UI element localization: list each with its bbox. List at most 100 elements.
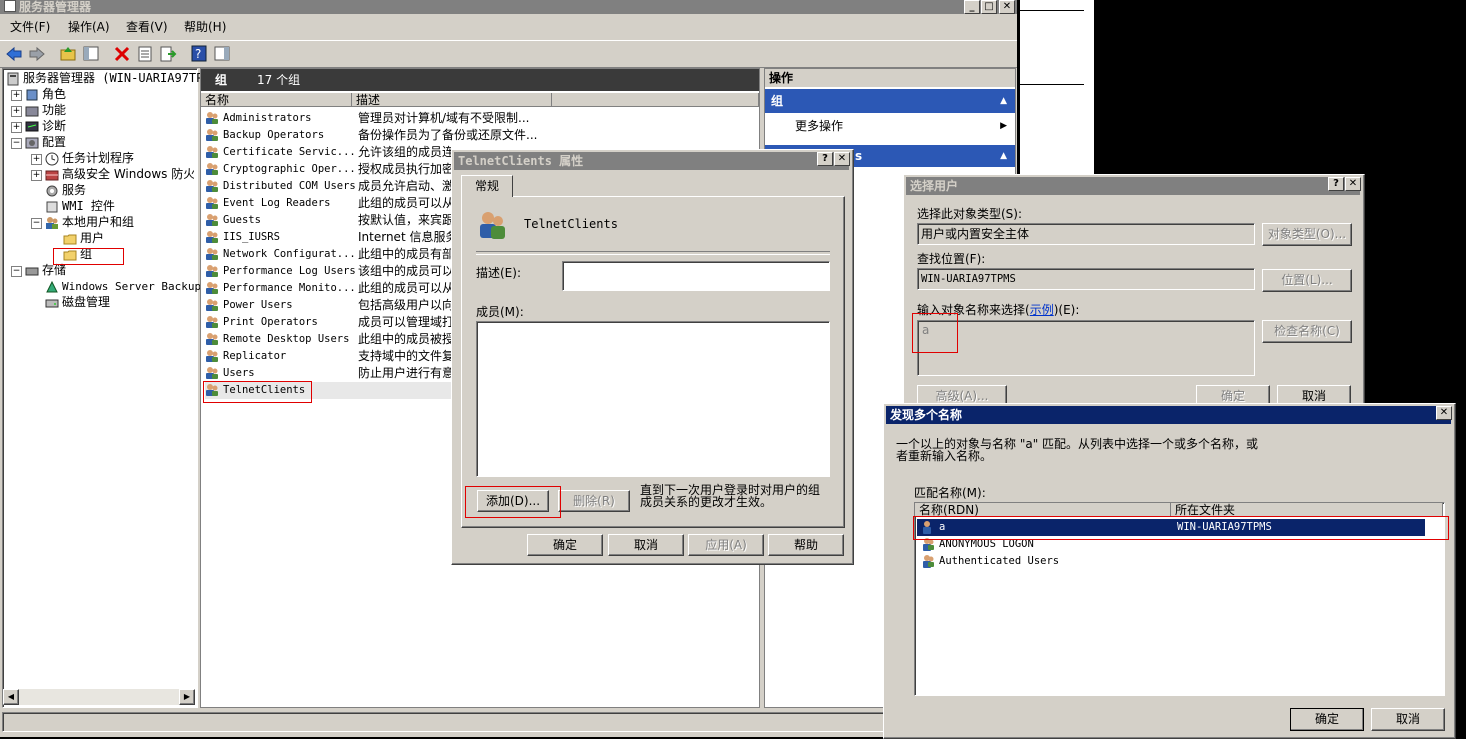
- export-list-icon[interactable]: [159, 45, 177, 62]
- description-input[interactable]: [562, 261, 830, 291]
- properties-icon[interactable]: [136, 45, 154, 62]
- match-row[interactable]: Authenticated Users: [917, 553, 1425, 570]
- tree-item-features[interactable]: 功能: [25, 102, 66, 118]
- props-help-button[interactable]: ?: [817, 152, 833, 166]
- tree-item-configuration[interactable]: 配置: [25, 134, 66, 150]
- props-cancel-button[interactable]: 取消: [608, 534, 684, 556]
- delete-icon[interactable]: [113, 45, 131, 62]
- tree-item-storage[interactable]: 存储: [25, 262, 66, 278]
- group-desc-cell: 包括高级用户以向: [358, 298, 451, 312]
- group-icon: [206, 265, 218, 277]
- props-ok-button[interactable]: 确定: [527, 534, 603, 556]
- action-pane-icon[interactable]: [213, 45, 231, 62]
- expand-task-scheduler[interactable]: +: [31, 154, 42, 165]
- show-hide-tree-icon[interactable]: [82, 45, 100, 62]
- object-types-button[interactable]: 对象类型(O)...: [1262, 223, 1352, 246]
- check-names-button[interactable]: 检查名称(C): [1262, 320, 1352, 343]
- groups-column-header: 名称 描述: [201, 93, 759, 108]
- locations-button[interactable]: 位置(L)...: [1262, 269, 1352, 292]
- multiple-names-titlebar: 发现多个名称: [886, 406, 1451, 424]
- tree-item-diagnostics[interactable]: 诊断: [25, 118, 66, 134]
- expand-features[interactable]: +: [11, 106, 22, 117]
- properties-dialog: TelnetClients 属性 ? ✕ 常规 TelnetClients 描述…: [451, 149, 854, 565]
- matching-names-list[interactable]: 名称(RDN) 所在文件夹 a WIN-UARIA97TPMS ANONYMOUS …: [914, 502, 1445, 696]
- tree-item-local-users-groups[interactable]: 本地用户和组: [45, 214, 134, 230]
- group-name-cell: Event Log Readers: [223, 197, 331, 209]
- groups-header: 组 17 个组: [201, 69, 759, 91]
- group-desc-cell: 备份操作员为了备份或还原文件...: [358, 128, 538, 142]
- remove-member-button[interactable]: 删除(R): [558, 490, 630, 512]
- properties-titlebar: TelnetClients 属性: [454, 152, 849, 170]
- scroll-right-button[interactable]: ▶: [179, 689, 195, 705]
- up-folder-icon[interactable]: [59, 45, 77, 62]
- tree-item-windows-backup[interactable]: Windows Server Backup: [45, 278, 201, 294]
- collapse-section-icon[interactable]: ▲: [1000, 145, 1007, 167]
- enter-names-label: 输入对象名称来选择(示例)(E):: [917, 303, 1080, 317]
- group-name-cell: Guests: [223, 214, 261, 226]
- tree-root[interactable]: 服务器管理器 (WIN-UARIA97TPM: [6, 70, 211, 86]
- group-name-cell: Power Users: [223, 299, 293, 311]
- more-actions-item[interactable]: 更多操作 ▶: [765, 115, 1015, 137]
- menu-view[interactable]: 查看(V): [126, 16, 168, 38]
- collapse-section-icon[interactable]: ▲: [1000, 89, 1007, 113]
- description-label: 描述(E):: [476, 266, 521, 280]
- menu-action[interactable]: 操作(A): [68, 16, 110, 38]
- menu-help[interactable]: 帮助(H): [184, 16, 226, 38]
- expand-roles[interactable]: +: [11, 90, 22, 101]
- collapse-configuration[interactable]: −: [11, 138, 22, 149]
- collapse-storage[interactable]: −: [11, 266, 22, 277]
- multiple-names-cancel-button[interactable]: 取消: [1371, 708, 1445, 731]
- column-folder[interactable]: 所在文件夹: [1171, 503, 1443, 517]
- match-row[interactable]: ANONYMOUS LOGON: [917, 536, 1425, 553]
- gear-icon: [46, 185, 58, 196]
- column-description[interactable]: 描述: [352, 93, 552, 107]
- members-list[interactable]: [476, 321, 830, 477]
- firewall-icon: [45, 170, 59, 180]
- maximize-button[interactable]: □: [981, 0, 997, 14]
- props-help-bottom-button[interactable]: 帮助: [768, 534, 844, 556]
- tab-general[interactable]: 常规: [461, 175, 513, 197]
- tree-item-task-scheduler[interactable]: 任务计划程序: [45, 150, 134, 166]
- help-icon[interactable]: ?: [190, 45, 208, 62]
- tree-item-disk-management[interactable]: 磁盘管理: [45, 294, 110, 310]
- close-main-button[interactable]: ✕: [999, 0, 1015, 14]
- tree-hscrollbar[interactable]: ◀ ▶: [3, 689, 195, 705]
- tree-item-firewall[interactable]: 高级安全 Windows 防火墙: [45, 166, 194, 182]
- props-apply-button[interactable]: 应用(A): [688, 534, 764, 556]
- column-name[interactable]: 名称: [201, 93, 352, 107]
- tree-item-groups[interactable]: 组: [63, 246, 92, 262]
- users-icon: [46, 216, 58, 229]
- props-close-button[interactable]: ✕: [834, 152, 850, 166]
- tree-item-roles[interactable]: 角色: [25, 86, 66, 102]
- collapse-local-users[interactable]: −: [31, 218, 42, 229]
- configuration-icon: [25, 137, 39, 148]
- tree-item-users[interactable]: 用户: [63, 230, 104, 246]
- tree-item-wmi[interactable]: WMI 控件: [45, 198, 115, 214]
- tree-item-services[interactable]: 服务: [45, 182, 86, 198]
- column-rdn-name[interactable]: 名称(RDN): [915, 503, 1171, 517]
- object-names-input[interactable]: a: [917, 320, 1255, 376]
- expand-firewall[interactable]: +: [31, 170, 42, 181]
- match-row[interactable]: a WIN-UARIA97TPMS: [917, 519, 1425, 536]
- select-users-close-button[interactable]: ✕: [1345, 177, 1361, 191]
- multiple-names-close-button[interactable]: ✕: [1436, 406, 1452, 420]
- group-icon: [923, 538, 934, 551]
- scroll-left-button[interactable]: ◀: [3, 689, 19, 705]
- select-users-help-button[interactable]: ?: [1328, 177, 1344, 191]
- minimize-button[interactable]: _: [964, 0, 980, 14]
- group-row[interactable]: Administrators 管理员对计算机/域有不受限制...: [205, 110, 757, 127]
- add-member-button[interactable]: 添加(D)...: [477, 490, 549, 512]
- group-icon: [206, 299, 218, 311]
- examples-link[interactable]: 示例: [1030, 303, 1054, 317]
- multiple-names-ok-button[interactable]: 确定: [1290, 708, 1364, 731]
- groups-count: 17 个组: [257, 73, 301, 87]
- members-label: 成员(M):: [476, 305, 524, 319]
- back-icon[interactable]: [5, 46, 23, 62]
- forward-icon[interactable]: [28, 46, 46, 62]
- group-row[interactable]: Backup Operators 备份操作员为了备份或还原文件...: [205, 127, 757, 144]
- actions-section-groups[interactable]: 组 ▲: [765, 89, 1015, 113]
- expand-diagnostics[interactable]: +: [11, 122, 22, 133]
- menu-file[interactable]: 文件(F): [10, 16, 50, 38]
- submenu-arrow-icon: ▶: [1000, 121, 1007, 131]
- group-name-cell: TelnetClients: [223, 384, 306, 396]
